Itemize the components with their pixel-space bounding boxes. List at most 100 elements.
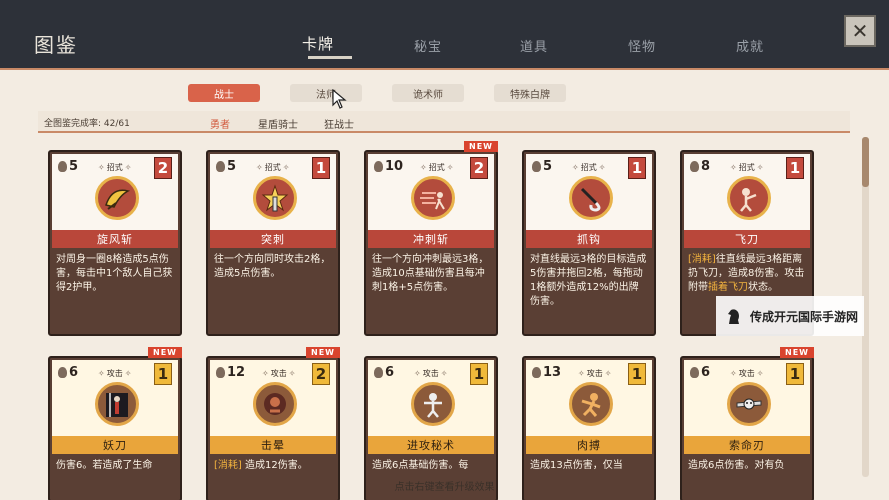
card-name: 抓钩 [526,230,652,248]
death-blade-icon [727,382,771,426]
completion-rate: 全图鉴完成率: 42/61 [44,119,130,129]
keyword-consume: [消耗] [688,254,716,265]
card-cost: 6 [58,365,78,380]
card-description: 伤害6。若造成了生命 [56,460,153,471]
card-level: 2 [470,157,488,179]
card-description: [消耗]往直线最远3格距离扔飞刀，造成8伤害。攻击附带插着飞刀状态。 [688,254,805,293]
close-icon: ✕ [851,19,869,43]
energy-icon [58,161,67,172]
stun-icon [253,382,297,426]
card-description: 往一个方向同时攻击2格，造成5点伤害。 [214,254,331,279]
card-type: 攻击 [576,368,613,379]
card-type: 招式 [96,162,133,173]
card-description: 造成13点伤害，仅当 [530,460,623,471]
card-type: 招式 [254,162,291,173]
scroll-thumb[interactable] [862,137,869,187]
energy-icon [374,367,383,378]
card-type: 攻击 [728,368,765,379]
thrust-icon [253,176,297,220]
card-type: 招式 [418,162,455,173]
new-badge: NEW [148,347,182,358]
card-name: 旋风斩 [52,230,178,248]
card-description: 对周身一圈8格造成5点伤害，每击中1个敌人自己获得2护甲。 [56,254,173,293]
card-name: 肉搏 [526,436,652,454]
mouse-cursor-icon [332,89,347,109]
page-title: 图鉴 [34,33,78,57]
card-level: 1 [786,157,804,179]
energy-icon [690,367,699,378]
energy-icon [216,367,225,378]
card-cost: 13 [532,365,561,380]
card-name: 妖刀 [52,436,178,454]
category-tabs: 卡牌 秘宝 道具 怪物 成就 [290,33,810,64]
card-level: 1 [628,157,646,179]
keyword-consume: [消耗] [214,460,242,471]
card-name: 击晕 [210,436,336,454]
card-whirlwind[interactable]: 5 招式 2 旋风斩 对周身一圈8格造成5点伤害，每击中1个敌人自己获得2护甲。 [48,150,182,336]
site-watermark: 传成开元国际手游网 [716,296,864,336]
card-level: 1 [470,363,488,385]
card-name: 飞刀 [684,230,810,248]
card-name: 进攻秘术 [368,436,494,454]
card-level: 1 [312,157,330,179]
energy-icon [532,367,541,378]
hook-icon [569,176,613,220]
subclass-tab-star-shield[interactable]: 星盾骑士 [258,116,298,131]
class-tab-trickster[interactable]: 诡术师 [392,84,464,102]
card-cost: 5 [532,159,552,174]
card-description: [消耗] 造成12伤害。 [214,460,308,471]
top-bar: 图鉴 卡牌 秘宝 道具 怪物 成就 ✕ [0,0,889,68]
close-button[interactable]: ✕ [844,15,876,47]
energy-icon [690,161,699,172]
new-badge: NEW [464,141,498,152]
card-cost: 12 [216,365,245,380]
flying-knife-icon [727,176,771,220]
card-level: 2 [154,157,172,179]
card-type: 攻击 [96,368,133,379]
card-level: 1 [628,363,646,385]
card-name: 突刺 [210,230,336,248]
card-thrust[interactable]: 5 招式 1 突刺 往一个方向同时攻击2格，造成5点伤害。 [206,150,340,336]
card-cost: 10 [374,159,403,174]
card-description: 造成6点伤害。对有负 [688,460,785,471]
tab-items[interactable]: 道具 [520,36,548,55]
energy-icon [216,161,225,172]
class-tab-warrior[interactable]: 战士 [188,84,260,102]
tab-cards[interactable]: 卡牌 [302,33,352,59]
subclass-tab-berserker[interactable]: 狂战士 [324,116,354,131]
card-type: 招式 [728,162,765,173]
card-level: 1 [786,363,804,385]
card-name: 索命刃 [684,436,810,454]
subclass-tab-hero[interactable]: 勇者 [210,116,230,131]
brawl-icon [569,382,613,426]
card-description: 造成6点基础伤害。每 [372,460,469,471]
class-tab-special[interactable]: 特殊白牌 [494,84,566,102]
card-cost: 5 [58,159,78,174]
card-type: 招式 [570,162,607,173]
demon-blade-icon [95,382,139,426]
card-hook[interactable]: 5 招式 1 抓钩 对直线最远3格的目标造成5伤害并拖回2格，每拖动1格额外造成… [522,150,656,336]
tab-achievements[interactable]: 成就 [736,36,764,55]
whirlwind-icon [95,176,139,220]
energy-icon [532,161,541,172]
card-cost: 6 [690,365,710,380]
energy-icon [374,161,383,172]
dash-slash-icon [411,176,455,220]
card-level: 1 [154,363,172,385]
card-level: 2 [312,363,330,385]
energy-icon [58,367,67,378]
card-cost: 8 [690,159,710,174]
status-keyword: 插着飞刀 [708,282,748,293]
class-tabs: 战士 法师 诡术师 特殊白牌 [188,84,588,102]
tab-monsters[interactable]: 怪物 [628,36,656,55]
card-cost: 5 [216,159,236,174]
card-description: 往一个方向冲刺最远3格，造成10点基础伤害且每冲刺1格+5点伤害。 [372,254,489,293]
class-tab-mage[interactable]: 法师 [290,84,362,102]
card-name: 冲刺斩 [368,230,494,248]
tab-treasures[interactable]: 秘宝 [414,36,442,55]
card-dash-slash[interactable]: NEW 10 招式 2 冲刺斩 往一个方向冲刺最远3格，造成10点基础伤害且每冲… [364,141,498,336]
card-type: 攻击 [260,368,297,379]
chess-knight-icon [728,309,739,324]
offense-arcana-icon [411,382,455,426]
new-badge: NEW [306,347,340,358]
